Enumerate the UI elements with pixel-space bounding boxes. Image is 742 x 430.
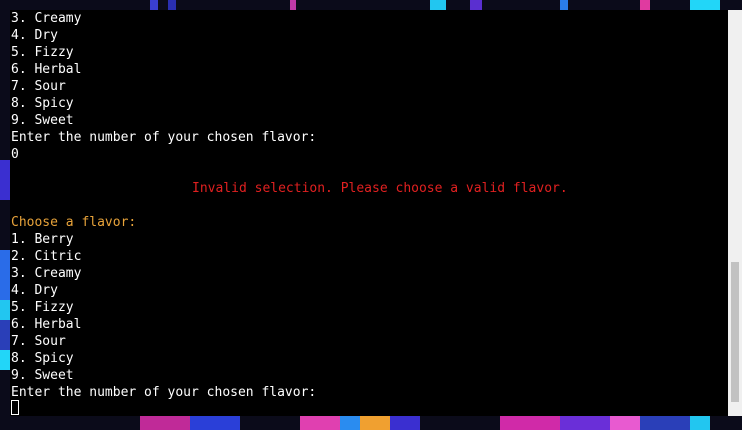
list-item: 1. Berry <box>11 232 74 247</box>
list-item: 5. Fizzy <box>11 45 74 60</box>
list-item: 2. Citric <box>11 249 82 264</box>
list-item: 4. Dry <box>11 283 58 298</box>
error-message: Invalid selection. Please choose a valid… <box>192 181 568 196</box>
text-cursor[interactable] <box>11 400 19 415</box>
background-pixel-art-left <box>0 10 10 416</box>
prompt-title: Choose a flavor: <box>11 215 137 230</box>
terminal-window[interactable]: 3. Creamy 4. Dry 5. Fizzy 6. Herbal 7. S… <box>10 10 728 416</box>
list-item: 6. Herbal <box>11 62 82 77</box>
list-item: 9. Sweet <box>11 368 74 383</box>
list-item: 5. Fizzy <box>11 300 74 315</box>
user-input-echo: 0 <box>11 147 19 162</box>
list-item: 8. Spicy <box>11 96 74 111</box>
background-pixel-art-bottom <box>0 416 742 430</box>
input-question: Enter the number of your chosen flavor: <box>11 385 317 400</box>
list-item: 9. Sweet <box>11 113 74 128</box>
input-question: Enter the number of your chosen flavor: <box>11 130 317 145</box>
list-item: 4. Dry <box>11 28 58 43</box>
list-item: 7. Sour <box>11 79 66 94</box>
list-item: 7. Sour <box>11 334 66 349</box>
list-item: 6. Herbal <box>11 317 82 332</box>
list-item: 3. Creamy <box>11 11 82 26</box>
list-item: 8. Spicy <box>11 351 74 366</box>
scrollbar-thumb[interactable] <box>731 262 739 402</box>
scrollbar[interactable] <box>728 10 742 416</box>
background-pixel-art-top <box>0 0 742 10</box>
list-item: 3. Creamy <box>11 266 82 281</box>
